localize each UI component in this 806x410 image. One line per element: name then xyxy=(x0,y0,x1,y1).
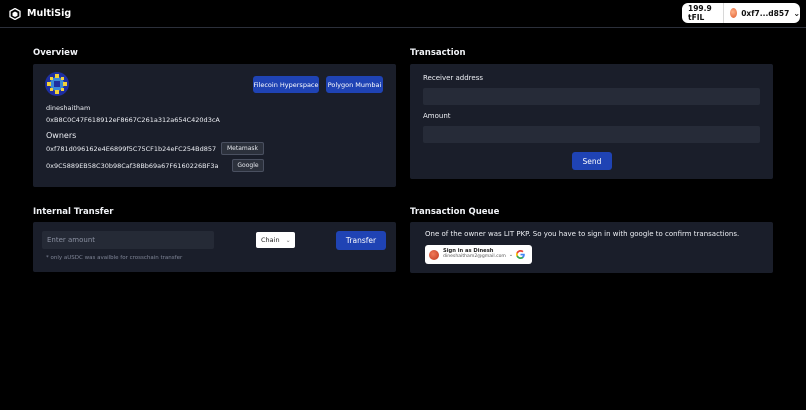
google-signin-email: dineshaitham2@gmail.com xyxy=(443,253,506,259)
google-g-icon xyxy=(516,250,525,259)
queue-message: One of the owner was LIT PKP. So you hav… xyxy=(425,230,740,238)
transfer-note: * only aUSDC was availble for crosschain… xyxy=(46,255,183,261)
avatar xyxy=(45,72,69,96)
transaction-title: Transaction xyxy=(410,48,466,58)
owner-source-google[interactable]: Google xyxy=(232,159,264,172)
transaction-panel: Receiver address Amount Send xyxy=(410,64,773,179)
amount-input[interactable] xyxy=(423,126,760,143)
send-button[interactable]: Send xyxy=(572,152,612,170)
internal-transfer-title: Internal Transfer xyxy=(33,207,114,217)
brand[interactable]: MultiSig xyxy=(9,7,72,20)
top-bar: MultiSig 199.9 tFIL 0xf7...d857 ⌄ xyxy=(0,0,806,28)
wallet-balance: 199.9 tFIL xyxy=(688,4,712,22)
chevron-down-icon: ⌄ xyxy=(508,251,514,258)
account-name: dineshaitham xyxy=(46,104,91,112)
owner-source-metamask[interactable]: Metamask xyxy=(221,142,264,155)
receiver-address-label: Receiver address xyxy=(423,74,484,82)
google-signin-button[interactable]: Sign in as Dinesh dineshaitham2@gmail.co… xyxy=(425,245,532,264)
chevron-down-icon: ⌄ xyxy=(793,8,801,18)
google-signin-text: Sign in as Dinesh dineshaitham2@gmail.co… xyxy=(443,248,506,259)
multisig-address: 0xB8C0C47F618912eF8667C261a312a654C420d3… xyxy=(46,116,220,124)
chain-select-value: Chain xyxy=(261,236,280,244)
wallet-divider xyxy=(723,3,725,23)
transaction-queue-panel: One of the owner was LIT PKP. So you hav… xyxy=(410,222,773,273)
transfer-amount-input[interactable]: Enter amount xyxy=(42,231,214,249)
overview-panel: Filecoin Hyperspace Polygon Mumbai dines… xyxy=(33,64,396,187)
owner-address: 0xf781d096162e4E6899f5C75CF1b24eFC254Bd8… xyxy=(46,145,217,153)
overview-title: Overview xyxy=(33,48,78,58)
wallet-address: 0xf7...d857 xyxy=(741,8,790,18)
wallet-button[interactable]: 199.9 tFIL 0xf7...d857 ⌄ xyxy=(682,3,800,23)
account-avatar-icon xyxy=(730,8,738,18)
receiver-address-input[interactable] xyxy=(423,88,760,105)
chevron-down-icon: ⌄ xyxy=(285,236,291,244)
network-filecoin-button[interactable]: Filecoin Hyperspace xyxy=(253,76,319,93)
app-title: MultiSig xyxy=(27,8,72,19)
transfer-button[interactable]: Transfer xyxy=(336,231,386,250)
chain-select[interactable]: Chain ⌄ xyxy=(256,232,295,248)
owner-address: 0x9C5889EB58C30b98Caf38Bb69a67F6160226BF… xyxy=(46,162,219,170)
shield-hex-icon xyxy=(9,7,21,20)
amount-label: Amount xyxy=(423,112,451,120)
internal-transfer-panel: Enter amount Chain ⌄ Transfer * only aUS… xyxy=(33,222,396,272)
owners-label: Owners xyxy=(46,131,77,140)
transaction-queue-title: Transaction Queue xyxy=(410,207,500,217)
google-account-avatar xyxy=(429,249,439,260)
network-polygon-button[interactable]: Polygon Mumbai xyxy=(326,76,383,93)
